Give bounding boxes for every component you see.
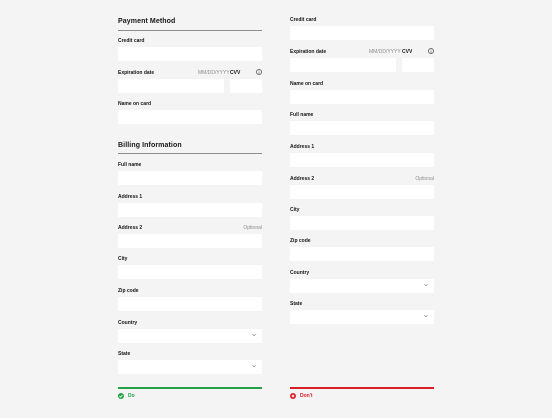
expiration-date-label: Expiration date <box>290 49 327 55</box>
city-label: City <box>290 207 300 213</box>
dont-result: Don't <box>290 393 313 399</box>
state-select[interactable] <box>290 310 434 324</box>
do-indicator-bar <box>118 387 262 389</box>
name-on-card-label: Name on card <box>118 101 152 107</box>
credit-card-input[interactable] <box>118 47 262 61</box>
payment-method-heading: Payment Method <box>118 18 176 25</box>
cvv-label: CVV <box>402 49 413 55</box>
expiration-date-hint: MM/DD/YYYY <box>369 49 401 55</box>
cvv-input[interactable] <box>230 79 262 93</box>
address-1-input[interactable] <box>118 203 262 217</box>
city-input[interactable] <box>118 265 262 279</box>
state-select[interactable] <box>118 360 262 374</box>
name-on-card-input[interactable] <box>118 110 262 124</box>
expiration-date-input[interactable] <box>290 58 396 72</box>
do-result: Do <box>118 393 135 399</box>
full-name-input[interactable] <box>290 121 434 135</box>
name-on-card-input[interactable] <box>290 90 434 104</box>
zip-code-label: Zip code <box>290 238 311 244</box>
address-2-optional-hint: Optional <box>243 225 262 231</box>
country-select[interactable] <box>290 279 434 293</box>
zip-code-input[interactable] <box>290 247 434 261</box>
state-label: State <box>118 351 131 357</box>
address-2-label: Address 2 <box>118 225 143 231</box>
chevron-down-icon <box>252 334 256 337</box>
full-name-input[interactable] <box>118 171 262 185</box>
info-icon[interactable]: i <box>428 48 434 54</box>
x-circle-icon <box>290 393 296 399</box>
full-name-label: Full name <box>118 162 142 168</box>
zip-code-label: Zip code <box>118 288 139 294</box>
city-input[interactable] <box>290 216 434 230</box>
address-1-input[interactable] <box>290 153 434 167</box>
check-circle-icon <box>118 393 124 399</box>
full-name-label: Full name <box>290 112 314 118</box>
credit-card-label: Credit card <box>118 38 145 44</box>
expiration-date-hint: MM/DD/YYYY <box>198 70 230 76</box>
address-2-optional-hint: Optional <box>415 176 434 182</box>
address-1-label: Address 1 <box>290 144 315 150</box>
credit-card-input[interactable] <box>290 26 434 40</box>
address-1-label: Address 1 <box>118 194 143 200</box>
city-label: City <box>118 256 128 262</box>
country-label: Country <box>290 270 310 276</box>
chevron-down-icon <box>252 365 256 368</box>
zip-code-input[interactable] <box>118 297 262 311</box>
name-on-card-label: Name on card <box>290 81 324 87</box>
dont-label: Don't <box>300 393 313 399</box>
credit-card-label: Credit card <box>290 17 317 23</box>
cvv-label: CVV <box>230 70 241 76</box>
expiration-date-input[interactable] <box>118 79 224 93</box>
state-label: State <box>290 301 303 307</box>
address-2-input[interactable] <box>290 185 434 199</box>
chevron-down-icon <box>424 284 428 287</box>
dont-indicator-bar <box>290 387 434 389</box>
section-divider <box>118 30 262 31</box>
do-label: Do <box>128 393 135 399</box>
address-2-input[interactable] <box>118 234 262 248</box>
country-label: Country <box>118 320 138 326</box>
section-divider <box>118 153 262 154</box>
address-2-label: Address 2 <box>290 176 315 182</box>
country-select[interactable] <box>118 329 262 343</box>
info-icon[interactable]: i <box>256 69 262 75</box>
expiration-date-label: Expiration date <box>118 70 155 76</box>
billing-information-heading: Billing Information <box>118 142 182 149</box>
chevron-down-icon <box>424 315 428 318</box>
cvv-input[interactable] <box>402 58 434 72</box>
